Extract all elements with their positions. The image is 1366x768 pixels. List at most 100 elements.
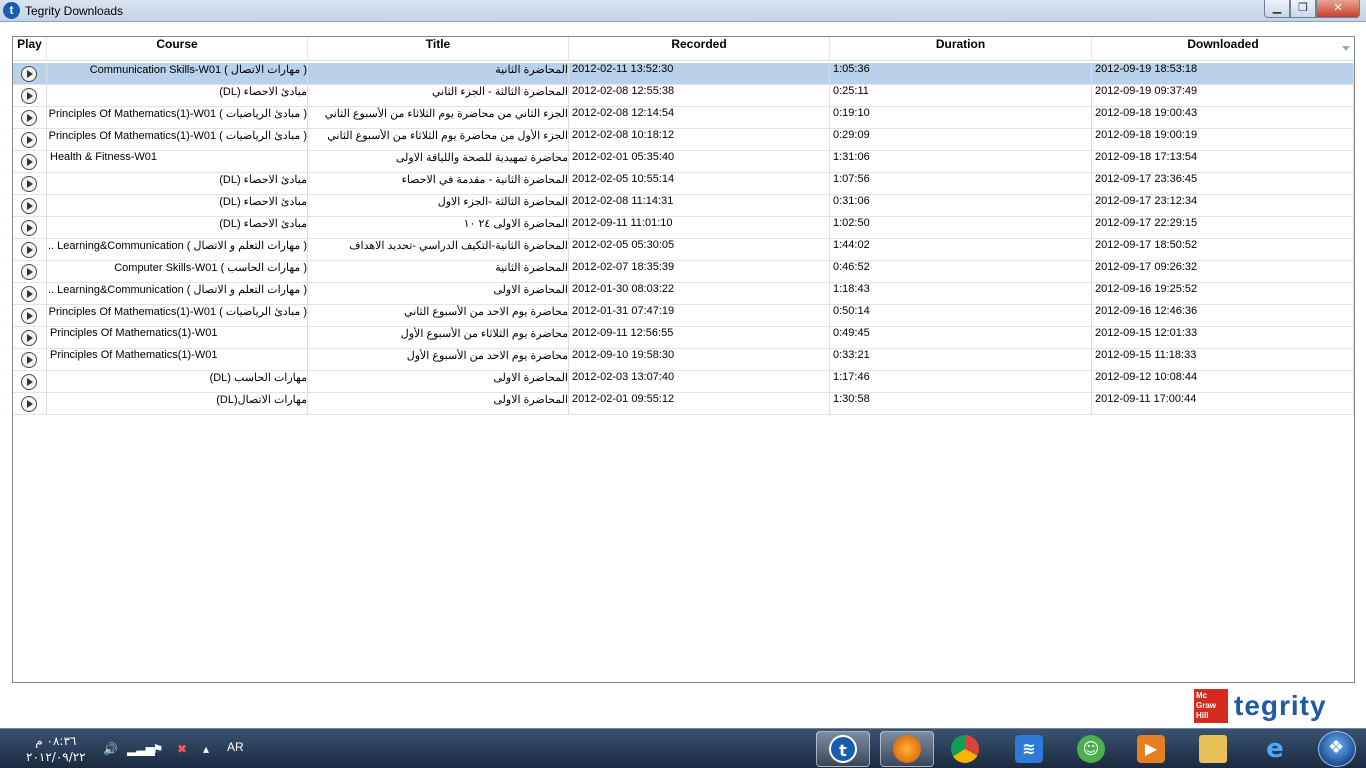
table-row[interactable]: مهارات الاتصال(DL) المحاضرة الاولى 2012-02… (13, 393, 1354, 415)
network-disconnected-icon[interactable]: ✖ (175, 742, 189, 756)
tray-time: ٠٨:٣٦ م (35, 734, 77, 748)
column-header-downloaded[interactable]: Downloaded (1092, 37, 1354, 61)
table-row[interactable]: ( مهارات التعلم و الاتصال ) Learning&Com… (13, 239, 1354, 261)
play-icon[interactable] (21, 308, 37, 324)
play-icon[interactable] (21, 176, 37, 192)
table-row[interactable]: مبادئ الاحصاء (DL) المحاضرة الثالثة -الجز… (13, 195, 1354, 217)
downloaded-cell: 2012-09-17 18:50:52 (1092, 239, 1354, 261)
play-cell (13, 283, 47, 305)
taskbar-firefox-button[interactable] (880, 731, 934, 767)
taskbar-ie-button[interactable]: e (1248, 731, 1302, 767)
play-cell (13, 173, 47, 195)
course-cell: مهارات الاتصال(DL) (47, 393, 308, 415)
course-cell: Principles Of Mathematics(1)-W01 (47, 349, 308, 371)
duration-cell: 1:44:02 (830, 239, 1092, 261)
recorded-cell: 2012-02-05 05:30:05 (569, 239, 830, 261)
play-cell (13, 151, 47, 173)
taskbar-explorer-button[interactable] (1186, 731, 1240, 767)
play-icon[interactable] (21, 330, 37, 346)
play-cell (13, 217, 47, 239)
play-icon[interactable] (21, 66, 37, 82)
taskbar-tegrity-button[interactable]: t (816, 731, 870, 767)
play-icon[interactable] (21, 374, 37, 390)
recorded-cell: 2012-02-08 12:55:38 (569, 85, 830, 107)
title-cell: المحاضرة الثانية (308, 261, 569, 283)
media-player-icon: ▶ (1137, 735, 1165, 763)
title-cell: محاضرة يوم الثلاثاء من الأسبوع الأول (308, 327, 569, 349)
recorded-cell: 2012-02-05 10:55:14 (569, 173, 830, 195)
column-header-play[interactable]: Play (13, 37, 47, 61)
play-icon[interactable] (21, 154, 37, 170)
table-row[interactable]: ( مهارات التعلم و الاتصال ) Learning&Com… (13, 283, 1354, 305)
column-header-course[interactable]: Course (47, 37, 308, 61)
volume-icon[interactable]: 🔊 (103, 742, 118, 756)
column-header-title[interactable]: Title (308, 37, 569, 61)
downloaded-cell: 2012-09-18 17:13:54 (1092, 151, 1354, 173)
duration-cell: 0:50:14 (830, 305, 1092, 327)
taskbar-messenger-button[interactable]: ☺ (1064, 731, 1118, 767)
language-indicator[interactable]: AR (227, 740, 244, 754)
downloaded-cell: 2012-09-11 17:00:44 (1092, 393, 1354, 415)
duration-cell: 0:49:45 (830, 327, 1092, 349)
start-button[interactable] (1318, 731, 1356, 767)
table-row[interactable]: Principles Of Mathematics(1)-W01 محاضرة ي… (13, 327, 1354, 349)
play-icon[interactable] (21, 396, 37, 412)
play-icon[interactable] (21, 110, 37, 126)
play-icon[interactable] (21, 88, 37, 104)
taskbar-media-player-button[interactable]: ▶ (1124, 731, 1178, 767)
title-cell: الجزء الأول من محاضرة يوم الثلاثاء من ال… (308, 129, 569, 151)
table-row[interactable]: Health & Fitness-W01 محاضرة تمهيدية للصحة… (13, 151, 1354, 173)
mcgraw-hill-tegrity-logo: Mc Graw Hill tegrity (1194, 689, 1327, 723)
course-cell: مبادئ الاحصاء (DL) (47, 173, 308, 195)
taskbar-network-app-button[interactable]: ≋ (1002, 731, 1056, 767)
title-cell: المحاضرة الاولى (308, 283, 569, 305)
column-header-duration[interactable]: Duration (830, 37, 1092, 61)
taskbar-chrome-button[interactable] (938, 731, 992, 767)
downloads-grid[interactable]: Play Course Title Recorded Duration Down… (12, 36, 1355, 683)
recorded-cell: 2012-09-11 12:56:55 (569, 327, 830, 349)
table-row[interactable]: مهارات الحاسب (DL) المحاضرة الاولى 2012-02… (13, 371, 1354, 393)
network-signal-icon[interactable]: ▂▃▅ (127, 742, 155, 756)
window-title: Tegrity Downloads (25, 4, 124, 18)
play-icon[interactable] (21, 132, 37, 148)
tegrity-wordmark: tegrity (1234, 690, 1327, 721)
course-cell: ( مهارات التعلم و الاتصال ) Learning&Com… (47, 283, 308, 305)
play-cell (13, 393, 47, 415)
play-icon[interactable] (21, 220, 37, 236)
sort-descending-icon (1342, 46, 1350, 51)
recorded-cell: 2012-01-30 08:03:22 (569, 283, 830, 305)
maximize-button[interactable]: ❐ (1290, 0, 1316, 18)
table-row[interactable]: مبادئ الاحصاء (DL) المحاضرة الثالثة - الج… (13, 85, 1354, 107)
table-row[interactable]: ( مبادئ الرياضيات ) Principles Of Mathem… (13, 129, 1354, 151)
title-bar[interactable]: t Tegrity Downloads ▁ ❐ ✕ (0, 0, 1366, 22)
downloaded-cell: 2012-09-15 12:01:33 (1092, 327, 1354, 349)
table-row[interactable]: مبادئ الاحصاء (DL) المحاضرة الاولى ٢٤ ١٠ 2… (13, 217, 1354, 239)
play-icon[interactable] (21, 286, 37, 302)
play-icon[interactable] (21, 198, 37, 214)
action-center-flag-icon[interactable]: ⚑ (151, 742, 165, 756)
show-hidden-icons-icon[interactable]: ▴ (199, 742, 213, 756)
duration-cell: 0:25:11 (830, 85, 1092, 107)
downloaded-cell: 2012-09-15 11:18:33 (1092, 349, 1354, 371)
table-row[interactable]: Principles Of Mathematics(1)-W01 محاضرة ي… (13, 349, 1354, 371)
table-row[interactable]: ( مهارات الاتصال ) Communication Skills-… (13, 63, 1354, 85)
play-icon[interactable] (21, 242, 37, 258)
close-button[interactable]: ✕ (1316, 0, 1360, 18)
tray-clock[interactable]: ٠٨:٣٦ م ٢٠١٢/٠٩/٢٢ (26, 733, 86, 765)
duration-cell: 1:17:46 (830, 371, 1092, 393)
play-icon[interactable] (21, 352, 37, 368)
downloaded-cell: 2012-09-17 23:12:34 (1092, 195, 1354, 217)
table-row[interactable]: ( مهارات الحاسب ) Computer Skills-W01 الم… (13, 261, 1354, 283)
duration-cell: 0:46:52 (830, 261, 1092, 283)
play-cell (13, 85, 47, 107)
column-header-recorded[interactable]: Recorded (569, 37, 830, 61)
table-row[interactable]: ( مبادئ الرياضيات ) Principles Of Mathem… (13, 107, 1354, 129)
taskbar: ٠٨:٣٦ م ٢٠١٢/٠٩/٢٢ 🔊 ▂▃▅ ⚑ ✖ ▴ AR t ≋ ☺ … (0, 728, 1366, 768)
play-cell (13, 107, 47, 129)
minimize-button[interactable]: ▁ (1264, 0, 1290, 18)
table-row[interactable]: ( مبادئ الرياضيات ) Principles Of Mathem… (13, 305, 1354, 327)
table-row[interactable]: مبادئ الاحصاء (DL) المحاضرة الثانية - مقد… (13, 173, 1354, 195)
grid-header: Play Course Title Recorded Duration Down… (13, 37, 1354, 61)
play-icon[interactable] (21, 264, 37, 280)
recorded-cell: 2012-09-10 19:58:30 (569, 349, 830, 371)
